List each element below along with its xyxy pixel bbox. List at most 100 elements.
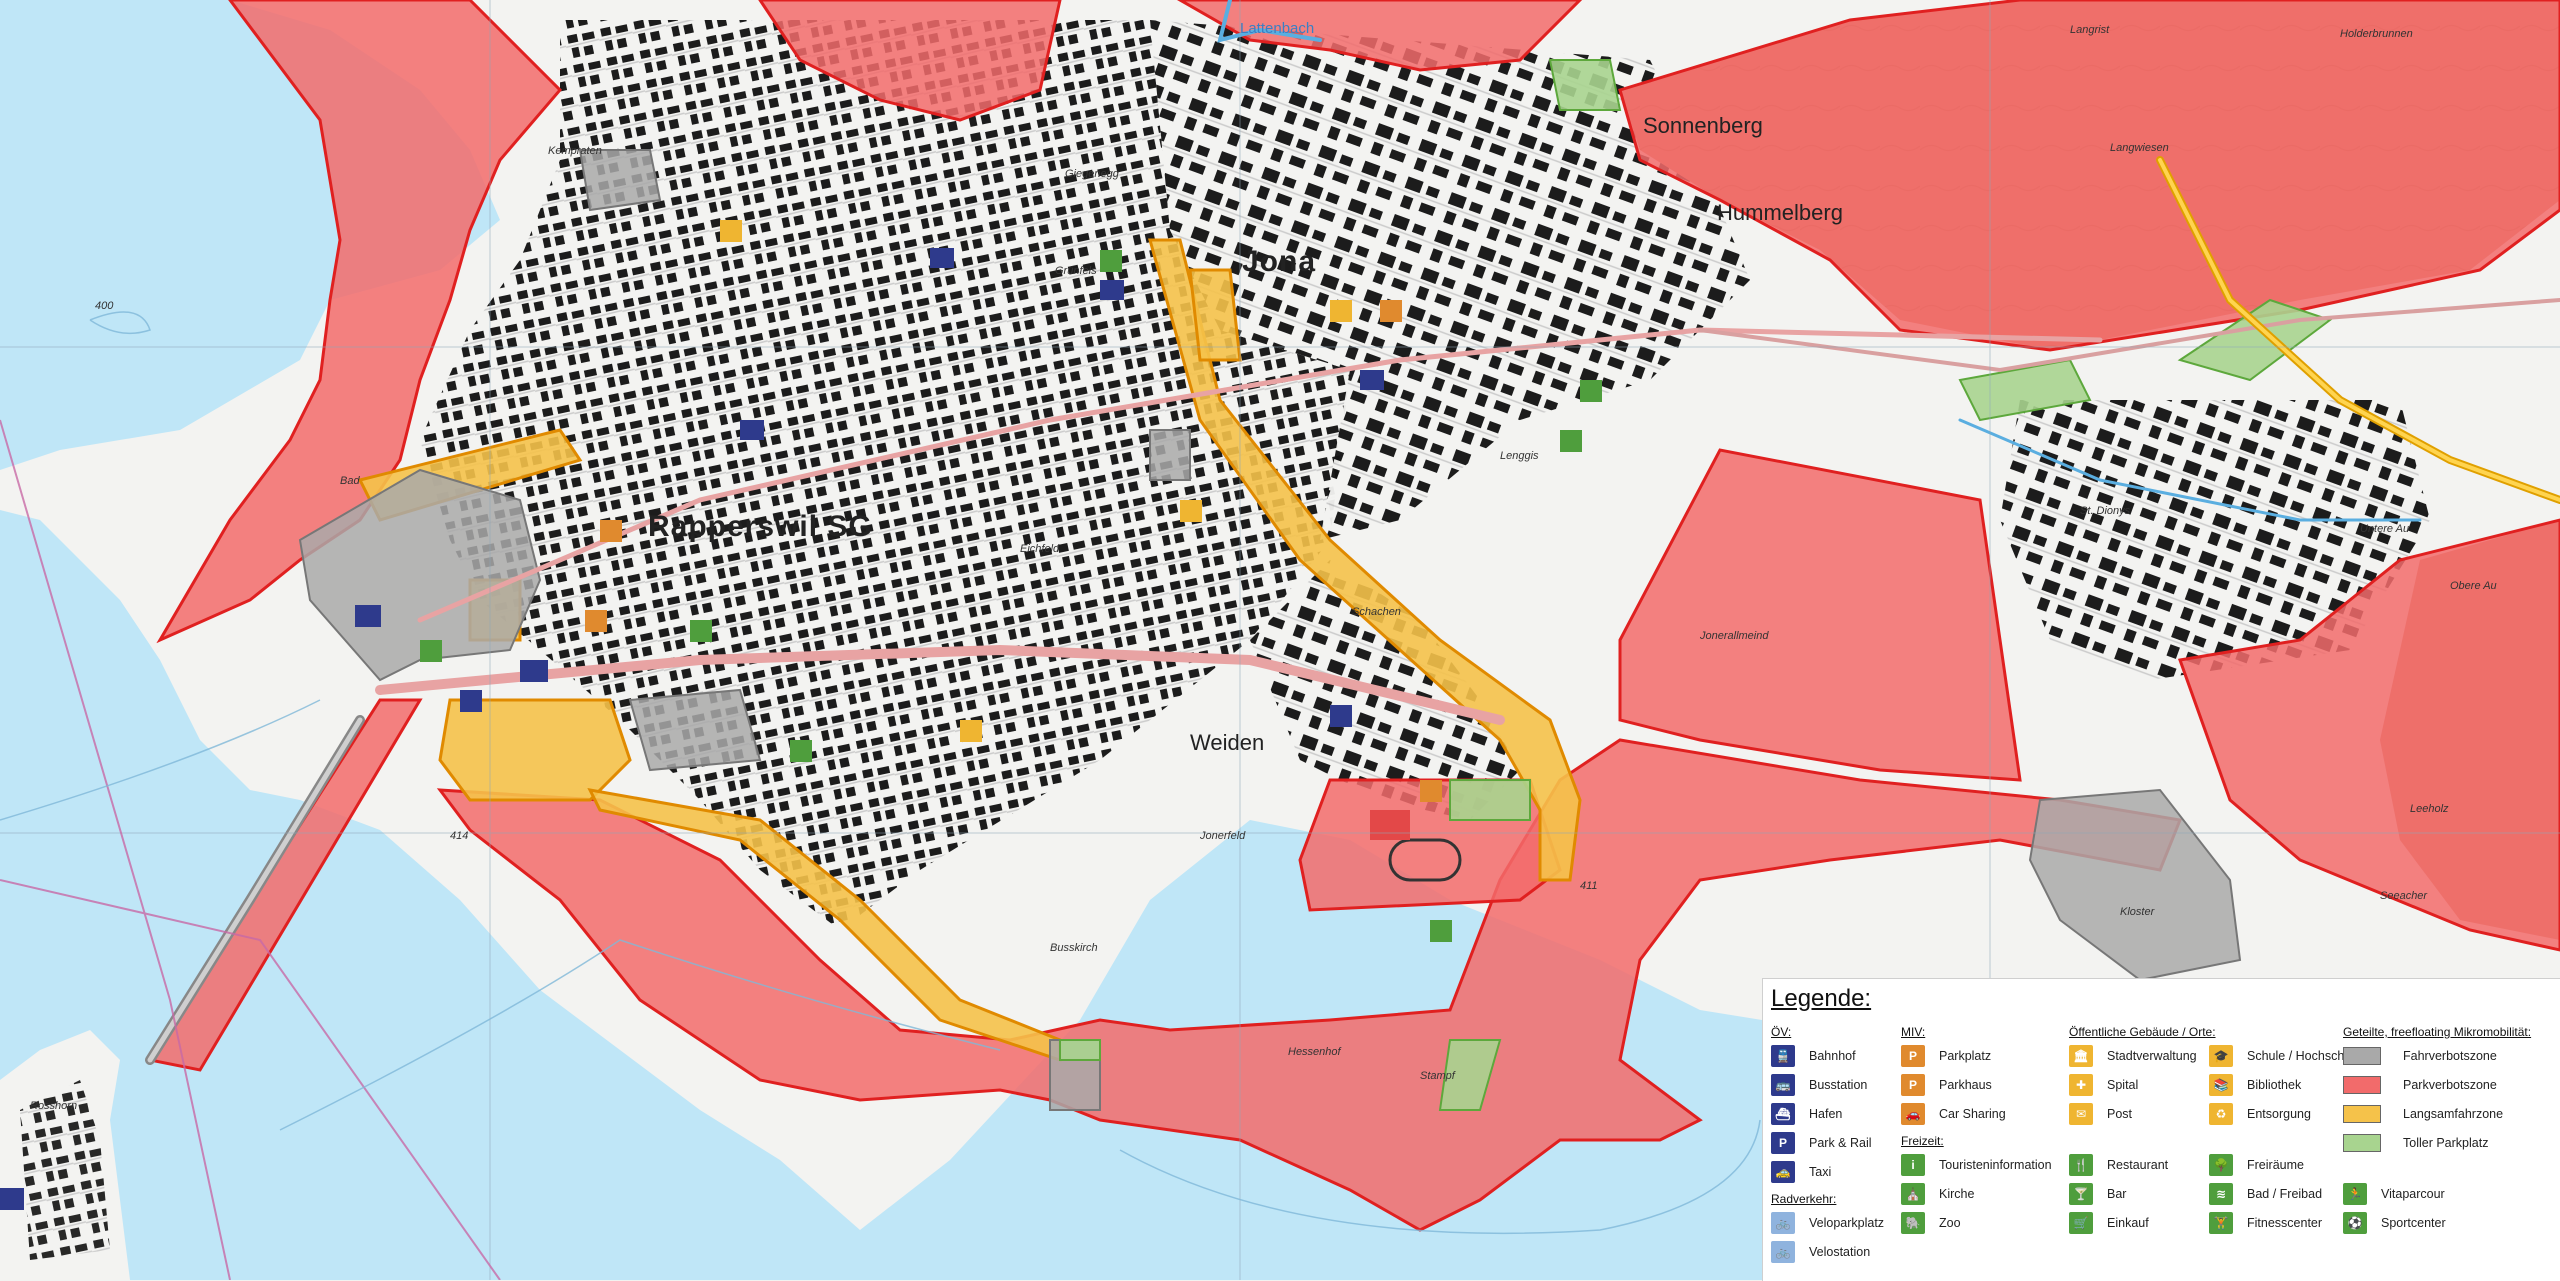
langsamfahrzone-rapperswil [438, 698, 632, 802]
toller-parkplatz-6 [1059, 1039, 1101, 1061]
school-icon [1180, 500, 1202, 522]
label-jonerallmeind: Jonerallmeind [1700, 630, 1769, 642]
elephant-icon: 🐘 [1901, 1212, 1925, 1234]
label-hessenhof: Hessenhof [1288, 1046, 1341, 1058]
legend-item-taxi: 🚕 Taxi [1771, 1161, 1884, 1183]
toller-parkplatz-swatch [2343, 1134, 2381, 1152]
legend-item-bar: 🍸 Bar [2069, 1183, 2216, 1205]
legend-item-restaurant: 🍴 Restaurant [2069, 1154, 2216, 1176]
legend-item-freiraeume: 🌳 Freiräume [2209, 1154, 2361, 1176]
label-stampf: Stampf [1420, 1070, 1455, 1082]
sport-icon: ⚽ [2343, 1212, 2367, 1234]
legend-item-post: ✉ Post [2069, 1103, 2216, 1125]
ship-icon [355, 605, 381, 627]
legend-heading-micromobility: Geteilte, freefloating Mikromobilität: [2343, 1025, 2532, 1039]
train-icon: 🚆 [1771, 1045, 1795, 1067]
legend-heading-public-buildings: Öffentliche Gebäude / Orte: [2069, 1025, 2216, 1039]
bike-parking-icon: 🚲 [1771, 1212, 1795, 1234]
restaurant-icon: 🍴 [2069, 1154, 2093, 1176]
legend-column-miv: MIV: P Parkplatz P Parkhaus 🚗 Car Sharing F… [1901, 1023, 2052, 1241]
fahrverbotszone-swatch [2343, 1047, 2381, 1065]
legend-column-transport: ÖV: 🚆 Bahnhof 🚌 Busstation ⛴ Hafen P Park & … [1771, 1023, 1884, 1270]
hospital-icon: ✚ [2069, 1074, 2093, 1096]
legend-item-velostation: 🚲 Velostation [1771, 1241, 1884, 1263]
parking-icon [600, 520, 622, 542]
label-holderbrunnen: Holderbrunnen [2340, 28, 2413, 40]
legend-item-parkverbotszone: Parkverbotszone [2343, 1074, 2531, 1096]
legend-item-veloparkplatz: 🚲 Veloparkplatz [1771, 1212, 1884, 1234]
tree-icon [790, 740, 812, 762]
legend-item-busstation: 🚌 Busstation [1771, 1074, 1884, 1096]
info-icon: i [1901, 1154, 1925, 1176]
label-weiden: Weiden [1190, 730, 1265, 755]
toller-parkplatz-5 [1548, 59, 1622, 111]
bus-icon [1100, 280, 1124, 300]
label-elevation-400: 400 [95, 300, 114, 312]
label-untere-au: Untere Au [2360, 523, 2410, 535]
parking-icon [585, 610, 607, 632]
legend-item-schule: 🎓 Schule / Hochschule [2209, 1045, 2361, 1067]
legend-item-bad-freibad: ≋ Bad / Freibad [2209, 1183, 2361, 1205]
legend-item-sportcenter: ⚽ Sportcenter [2343, 1212, 2531, 1234]
legend-item-toller-parkplatz: Toller Parkplatz [2343, 1132, 2531, 1154]
legend-column-education: 🎓 Schule / Hochschule 📚 Bibliothek ♻ Entsor… [2209, 1023, 2361, 1241]
legend-heading-miv: MIV: [1901, 1025, 1926, 1039]
legend-item-spital: ✚ Spital [2069, 1074, 2216, 1096]
legend-item-vitaparcour: 🏃 Vitaparcour [2343, 1183, 2531, 1205]
school-icon: 🎓 [2209, 1045, 2233, 1067]
church-icon: ⛪ [1901, 1183, 1925, 1205]
church-icon [690, 620, 712, 642]
legend-item-touristeninformation: i Touristeninformation [1901, 1154, 2052, 1176]
legend-item-bahnhof: 🚆 Bahnhof [1771, 1045, 1884, 1067]
label-eichfeld: Eichfeld [1020, 543, 1060, 555]
legend-item-entsorgung: ♻ Entsorgung [2209, 1103, 2361, 1125]
library-icon: 📚 [2209, 1074, 2233, 1096]
school-icon [1330, 300, 1352, 322]
legend-item-park-rail: P Park & Rail [1771, 1132, 1884, 1154]
label-langrist: Langrist [2070, 24, 2110, 36]
fahrverbotszone-station [578, 149, 662, 212]
tree-icon [1580, 380, 1602, 402]
map-legend: Legende: ÖV: 🚆 Bahnhof 🚌 Busstation ⛴ Hafen… [1762, 978, 2560, 1281]
fitness-icon: 🏋 [2209, 1212, 2233, 1234]
legend-item-einkauf: 🛒 Einkauf [2069, 1212, 2216, 1234]
bus-icon: 🚌 [1771, 1074, 1795, 1096]
recycling-icon: ♻ [2209, 1103, 2233, 1125]
label-leeholz: Leeholz [2410, 803, 2449, 815]
label-rosshorn: Rosshorn [30, 1100, 78, 1112]
park-rail-icon [1330, 705, 1352, 727]
legend-item-zoo: 🐘 Zoo [1901, 1212, 2052, 1234]
label-seeacher: Seeacher [2380, 890, 2428, 902]
label-kloster: Kloster [2120, 906, 2155, 918]
legend-heading-radverkehr: Radverkehr: [1771, 1192, 1837, 1206]
label-hummelberg: Hummelberg [1717, 200, 1843, 225]
parking-icon [1380, 300, 1402, 322]
bar-icon: 🍸 [2069, 1183, 2093, 1205]
legend-item-kirche: ⛪ Kirche [1901, 1183, 2052, 1205]
legend-item-parkplatz: P Parkplatz [1901, 1045, 2052, 1067]
tree-icon [1430, 920, 1452, 942]
taxi-icon: 🚕 [1771, 1161, 1795, 1183]
langsamfahrzone-swatch [2343, 1105, 2381, 1123]
parking-icon: P [1901, 1045, 1925, 1067]
post-icon: ✉ [2069, 1103, 2093, 1125]
parking-garage-icon: P [1901, 1074, 1925, 1096]
label-lattenbach: Lattenbach [1240, 20, 1315, 37]
pool-icon: ≋ [2209, 1183, 2233, 1205]
toller-parkplatz-1 [1449, 779, 1531, 821]
town-hall-icon: 🏛 [2069, 1045, 2093, 1067]
label-jona: Jona [1242, 245, 1317, 278]
legend-column-zones: Geteilte, freefloating Mikromobilität: F… [2343, 1023, 2531, 1241]
label-rapperswil: Rapperswil SG [648, 510, 873, 543]
label-busskirch: Busskirch [1050, 942, 1098, 954]
tree-icon [1560, 430, 1582, 452]
taxi-icon [0, 1188, 24, 1210]
bike-station-icon: 🚲 [1771, 1241, 1795, 1263]
train-icon [520, 660, 548, 682]
park-rail-icon: P [1771, 1132, 1795, 1154]
bus-icon [1360, 370, 1384, 390]
label-schachen: Schachen [1352, 606, 1401, 618]
label-obere-au: Obere Au [2450, 580, 2497, 592]
legend-item-hafen: ⛴ Hafen [1771, 1103, 1884, 1125]
legend-item-langsamfahrzone: Langsamfahrzone [2343, 1103, 2531, 1125]
